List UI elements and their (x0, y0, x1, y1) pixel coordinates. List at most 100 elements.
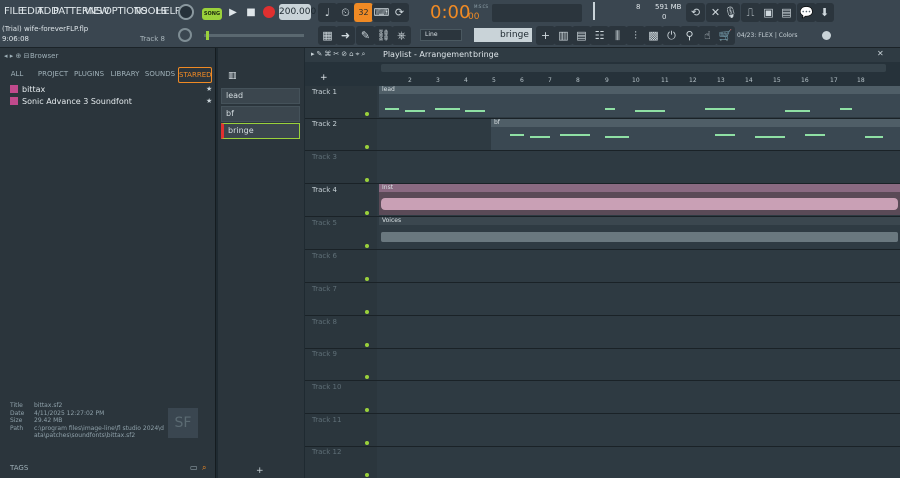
tab-starred[interactable]: STARRED (178, 67, 212, 83)
channel-icon[interactable]: ⫶ (626, 26, 645, 45)
browser-item-bittax[interactable]: bittax (10, 85, 45, 95)
mixer-icon[interactable]: ⫼ (608, 26, 627, 45)
tab-plugins[interactable]: PLUGINS (72, 67, 106, 81)
typing-keyboard-icon[interactable]: ⌨ (372, 3, 391, 22)
download-icon[interactable]: ⬇ (815, 3, 834, 22)
master-slider[interactable] (204, 34, 304, 37)
track-1-label[interactable]: Track 1 (312, 88, 372, 96)
track-12-label[interactable]: Track 12 (312, 448, 372, 456)
save-icon[interactable]: ▣ (759, 3, 778, 22)
plugin-icon[interactable]: ⏻ (662, 26, 681, 45)
touch-icon[interactable]: ☝ (698, 26, 717, 45)
track-divider (305, 118, 900, 119)
song-mode-toggle[interactable]: SONG (202, 8, 222, 20)
master-pitch-knob[interactable] (178, 28, 192, 42)
ruler-bar-12: 12 (689, 77, 697, 84)
project-time: 9:06:08 (2, 35, 29, 43)
step-edit-button[interactable]: 32 (354, 3, 373, 22)
tempo-display[interactable]: 200.000 (279, 4, 316, 20)
stamp-icon[interactable]: ⎈ (392, 26, 411, 45)
online-globe-icon[interactable] (822, 31, 831, 40)
undo-history-icon[interactable]: ⟲ (686, 3, 705, 22)
playlist-breadcrumb: bringe (473, 50, 499, 59)
browser-title: Browser (30, 52, 59, 60)
cart-icon[interactable]: 🛒 (716, 26, 735, 45)
browser-toolbar-icons[interactable]: ◂ ▸ ⊕ ⊟ (4, 52, 29, 60)
picker-mode-icon[interactable]: ▥ (228, 71, 237, 81)
arrow-icon[interactable]: ➜ (336, 26, 355, 45)
add-pattern-plus-icon[interactable]: + (256, 466, 264, 476)
close-icon[interactable]: ✕ (877, 49, 884, 58)
star-icon[interactable]: ★ (206, 97, 212, 105)
track-mute-led[interactable] (365, 112, 369, 116)
ruler-bar-2: 2 (408, 77, 412, 84)
track-7-label[interactable]: Track 7 (312, 285, 372, 293)
track-mute-led[interactable] (365, 310, 369, 314)
track-mute-led[interactable] (365, 277, 369, 281)
link-icon[interactable]: ⛓ (374, 26, 393, 45)
clip-inst-header[interactable]: Inst (379, 184, 900, 192)
track-mute-led[interactable] (365, 343, 369, 347)
track-mute-led[interactable] (365, 211, 369, 215)
track-mute-led[interactable] (365, 145, 369, 149)
soundfont-thumbnail: SF (168, 408, 198, 438)
channel-rack-icon[interactable]: ☷ (590, 26, 609, 45)
browser-icon[interactable]: ▩ (644, 26, 663, 45)
audio-settings-icon[interactable]: ⎍ (741, 3, 760, 22)
tab-all[interactable]: ALL (6, 67, 28, 81)
track-3-label[interactable]: Track 3 (312, 153, 372, 161)
render-icon[interactable]: ▤ (777, 3, 796, 22)
track-mute-led[interactable] (365, 375, 369, 379)
tab-library[interactable]: LIBRARY (108, 67, 142, 81)
play-icon[interactable]: ▶ (225, 5, 241, 21)
stop-icon[interactable]: ■ (243, 5, 259, 21)
track-10-label[interactable]: Track 10 (312, 383, 372, 391)
playlist-scrollbar[interactable] (381, 64, 886, 72)
track-2-label[interactable]: Track 2 (312, 120, 372, 128)
news-ticker[interactable]: 04/23: FLEX | Colors (737, 32, 798, 39)
track-mute-led[interactable] (365, 473, 369, 477)
record-icon[interactable] (263, 6, 275, 18)
pattern-item-lead[interactable]: lead (221, 88, 300, 104)
snap-select[interactable]: Line (420, 29, 462, 41)
loop-record-icon[interactable]: ⟳ (390, 3, 409, 22)
search-icon[interactable]: ⌕ (202, 463, 206, 473)
clip-bf-header[interactable]: bf (491, 119, 900, 127)
folder-icon[interactable]: ▭ (190, 463, 198, 472)
pencil-icon[interactable]: ✎ (356, 26, 375, 45)
playlist-icon[interactable]: ▥ (554, 26, 573, 45)
wait-input-icon[interactable]: ⏲ (336, 3, 355, 22)
piano-roll-icon[interactable]: ▦ (318, 26, 337, 45)
clip-lead-header[interactable]: lead (379, 86, 900, 94)
time-format-label: M:S:CS (474, 4, 489, 9)
track-6-label[interactable]: Track 6 (312, 252, 372, 260)
track-mute-led[interactable] (365, 244, 369, 248)
track-9-label[interactable]: Track 9 (312, 350, 372, 358)
browser-item-sonic-soundfont[interactable]: Sonic Advance 3 Soundfont (10, 97, 132, 107)
track-mute-led[interactable] (365, 178, 369, 182)
metronome-icon[interactable]: ♩ (318, 3, 337, 22)
pin-icon[interactable]: ⚲ (680, 26, 699, 45)
menu-help[interactable]: HELP (156, 6, 181, 17)
track-11-label[interactable]: Track 11 (312, 416, 372, 424)
track-mute-led[interactable] (365, 408, 369, 412)
track-mute-led[interactable] (365, 441, 369, 445)
pattern-item-bf[interactable]: bf (221, 106, 300, 122)
add-track-icon[interactable]: + (320, 73, 328, 83)
piano-roll-window-icon[interactable]: ▤ (572, 26, 591, 45)
master-volume-knob[interactable] (178, 4, 194, 20)
tab-project[interactable]: PROJECT (36, 67, 70, 81)
playlist-tools-icons[interactable]: ▸✎⌘✂⊘⌂⌖⌕ (311, 50, 367, 59)
pattern-selector[interactable]: bringe (474, 28, 532, 42)
add-pattern-icon[interactable]: + (536, 26, 555, 45)
tab-sounds[interactable]: SOUNDS (144, 67, 176, 81)
star-icon[interactable]: ★ (206, 85, 212, 93)
chat-icon[interactable]: 💬 (797, 3, 816, 22)
microphone-icon[interactable]: 🎙 (721, 3, 740, 22)
clip-voices-header[interactable]: Voices (379, 217, 900, 225)
master-slider-handle[interactable] (206, 31, 209, 40)
track-8-label[interactable]: Track 8 (312, 318, 372, 326)
track-4-label[interactable]: Track 4 (312, 186, 372, 194)
track-5-label[interactable]: Track 5 (312, 219, 372, 227)
pattern-item-bringe[interactable]: bringe (221, 123, 300, 139)
